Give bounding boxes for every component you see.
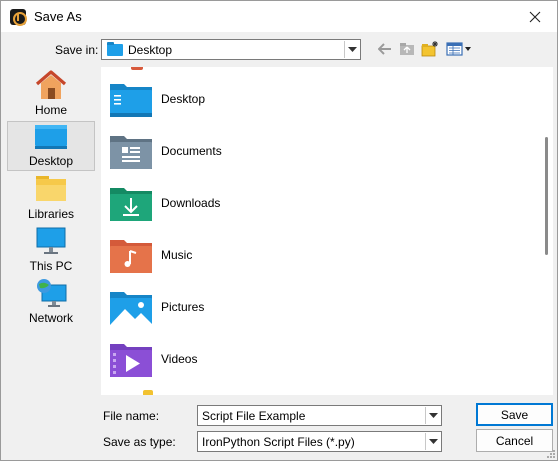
desktop-folder-icon xyxy=(110,84,152,117)
place-this-pc-label: This PC xyxy=(29,259,73,273)
list-item-label: Videos xyxy=(161,352,198,366)
save-as-type-label: Save as type: xyxy=(103,435,176,449)
place-desktop[interactable]: Desktop xyxy=(7,121,95,171)
home-icon xyxy=(35,70,67,99)
list-item-desktop[interactable]: Desktop xyxy=(109,75,529,123)
app-logo-icon xyxy=(10,9,27,26)
pictures-folder-icon xyxy=(110,292,152,325)
up-folder-button[interactable] xyxy=(397,39,417,59)
list-item-downloads[interactable]: Downloads xyxy=(109,179,529,227)
list-item-documents[interactable]: Documents xyxy=(109,127,529,175)
save-as-type-value: IronPython Script Files (*.py) xyxy=(202,435,355,449)
back-button[interactable] xyxy=(375,39,395,59)
places-bar: Home Desktop Libraries This PC Network xyxy=(7,67,95,337)
save-in-dropdown[interactable]: Desktop xyxy=(101,39,361,60)
save-as-type-dropdown[interactable]: IronPython Script Files (*.py) xyxy=(197,431,442,452)
new-folder-icon xyxy=(421,41,438,57)
close-icon xyxy=(529,11,541,22)
place-this-pc[interactable]: This PC xyxy=(7,225,95,275)
list-item-music[interactable]: Music xyxy=(109,231,529,279)
view-menu-button[interactable] xyxy=(445,39,473,59)
list-item-videos[interactable]: Videos xyxy=(109,335,529,383)
list-item-label: Pictures xyxy=(161,300,205,314)
file-name-label: File name: xyxy=(103,409,160,423)
partial-item-top xyxy=(131,67,143,70)
chevron-down-icon[interactable] xyxy=(425,433,440,450)
file-name-value: Script File Example xyxy=(202,409,306,423)
downloads-folder-icon xyxy=(110,188,152,221)
list-item-label: Downloads xyxy=(161,196,221,210)
view-menu-icon xyxy=(446,42,471,56)
cancel-button[interactable]: Cancel xyxy=(476,429,553,452)
save-in-value: Desktop xyxy=(128,43,173,57)
back-arrow-icon xyxy=(378,43,391,55)
documents-folder-icon xyxy=(110,136,152,169)
dialog-title: Save As xyxy=(34,9,82,24)
chevron-down-icon[interactable] xyxy=(344,41,359,58)
up-folder-icon xyxy=(400,43,414,55)
place-desktop-label: Desktop xyxy=(28,154,74,168)
vertical-scrollbar[interactable] xyxy=(545,137,548,255)
list-item-label: Documents xyxy=(161,144,222,158)
list-item-pictures[interactable]: Pictures xyxy=(109,283,529,331)
this-pc-icon xyxy=(36,227,66,254)
save-button[interactable]: Save xyxy=(476,403,553,426)
videos-folder-icon xyxy=(110,344,152,377)
place-libraries-label: Libraries xyxy=(27,207,75,221)
file-name-combo[interactable]: Script File Example xyxy=(197,405,442,426)
save-in-label: Save in: xyxy=(55,43,99,57)
desktop-folder-mini-icon xyxy=(107,42,123,56)
new-folder-button[interactable] xyxy=(420,39,440,59)
network-icon xyxy=(37,279,67,307)
close-button[interactable] xyxy=(513,1,557,32)
save-as-dialog: Save As Save in: Desktop Home Desktop Li… xyxy=(0,0,558,461)
title-bar: Save As xyxy=(1,1,557,32)
place-libraries[interactable]: Libraries xyxy=(7,173,95,223)
list-item-label: Music xyxy=(161,248,193,262)
music-folder-icon xyxy=(110,240,152,273)
place-home-label: Home xyxy=(34,103,67,117)
chevron-down-icon[interactable] xyxy=(425,407,440,424)
place-network[interactable]: Network xyxy=(7,277,95,327)
place-home[interactable]: Home xyxy=(7,69,95,119)
desktop-icon xyxy=(35,125,67,149)
libraries-icon xyxy=(36,176,66,201)
list-item-label: Desktop xyxy=(161,92,206,106)
place-network-label: Network xyxy=(28,311,73,325)
file-list[interactable]: Desktop Documents Downloads Music Pictur… xyxy=(101,67,553,395)
partial-item-bottom xyxy=(143,390,153,395)
resize-grip-icon[interactable] xyxy=(545,448,555,458)
